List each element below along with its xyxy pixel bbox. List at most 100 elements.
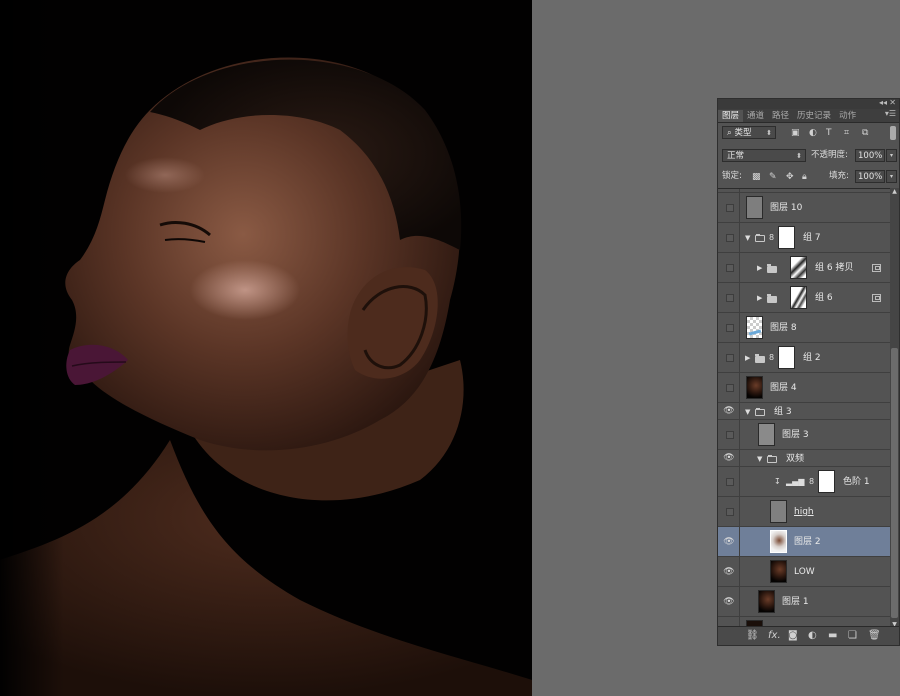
opacity-slider-button[interactable]: ▾ [886,149,897,162]
document-canvas[interactable] [0,0,532,696]
tab-channels[interactable]: 通道 [743,110,768,122]
fill-slider-button[interactable]: ▾ [886,170,897,183]
adjustment-icon[interactable]: ◐ [808,630,817,642]
visibility-toggle[interactable] [726,264,734,272]
eye-icon[interactable]: 👁︎ [723,596,735,608]
folder-icon[interactable]: ▬ [828,630,837,642]
blend-mode-dropdown[interactable]: 正常 ⬍ [722,149,806,162]
layer-name[interactable]: 组 7 [803,232,821,244]
layer-name[interactable]: 图层 8 [770,322,797,334]
collapse-icon[interactable]: ◂◂ [879,98,887,107]
eye-icon[interactable]: 👁︎ [723,452,735,464]
opacity-label: 不透明度: [811,150,848,160]
layer-list-scrollbar[interactable]: ▲ ▼ [890,188,899,628]
chevron-right-icon[interactable]: ▶ [757,263,762,273]
tab-actions[interactable]: 动作 [835,110,860,122]
layer-name[interactable]: 图层 3 [782,429,809,441]
visibility-toggle[interactable] [726,324,734,332]
link-icon[interactable]: 8 [769,353,774,363]
visibility-toggle[interactable] [726,431,734,439]
eye-icon[interactable]: 👁︎ [723,405,735,417]
filter-type-dropdown[interactable]: ⌕ 类型 ⬍ [722,126,776,139]
chevron-right-icon[interactable]: ▶ [757,293,762,303]
chevron-down-icon[interactable]: ▼ [745,407,750,417]
folder-icon [755,408,765,416]
lock-pixels-icon[interactable]: ✎ [769,171,777,183]
panel-title-bar[interactable]: ◂◂ ✕ [718,98,899,109]
opacity-input[interactable]: 100% [855,149,885,162]
layer-name[interactable]: 组 6 [815,292,833,304]
layer-row[interactable]: 图层 4 [718,373,890,403]
clipping-mask-icon: ↧ [774,477,781,486]
layer-row-selected[interactable]: 👁︎ 图层 2 [718,527,890,557]
panel-menu-icon[interactable]: ▾☰ [885,109,896,118]
visibility-toggle[interactable] [726,384,734,392]
scroll-up-icon[interactable]: ▲ [890,188,899,195]
visibility-toggle[interactable] [726,294,734,302]
eye-icon[interactable]: 👁︎ [723,536,735,548]
mask-icon[interactable]: ◙ [788,630,798,642]
link-icon[interactable]: ⛓︎ [746,630,759,642]
tab-paths[interactable]: 路径 [768,110,793,122]
fx-icon[interactable]: fx. [768,630,781,642]
link-icon[interactable]: 8 [769,233,774,243]
visibility-toggle[interactable] [726,354,734,362]
layer-row[interactable]: ↧ ▂▄▆ 8 色阶 1 [718,467,890,497]
layer-thumbnail [770,530,787,553]
mask-thumbnail[interactable] [790,286,807,309]
layer-name[interactable]: 图层 4 [770,382,797,394]
layer-row[interactable]: high [718,497,890,527]
layer-name[interactable]: 色阶 1 [843,476,870,488]
layer-name[interactable]: 图层 10 [770,202,802,214]
new-layer-icon[interactable]: ❏ [848,630,857,642]
chevron-right-icon[interactable]: ▶ [745,353,750,363]
smart-object-filter-icon[interactable]: ⧉ [862,127,868,139]
layer-name[interactable]: 图层 2 [794,536,821,548]
mask-thumbnail[interactable] [778,226,795,249]
layer-name[interactable]: LOW [794,566,815,578]
link-icon[interactable]: 8 [809,477,814,487]
layer-name[interactable]: high [794,506,814,518]
mask-thumbnail[interactable] [778,346,795,369]
trash-icon[interactable]: 🗑︎ [868,630,881,642]
layer-name[interactable]: 组 3 [774,406,792,418]
layer-name[interactable]: 组 6 拷贝 [815,262,853,274]
close-icon[interactable]: ✕ [889,98,896,107]
layer-row[interactable]: 图层 3 [718,420,890,450]
visibility-toggle[interactable] [726,508,734,516]
tab-history[interactable]: 历史记录 [793,110,835,122]
mask-thumbnail[interactable] [790,256,807,279]
layer-row[interactable]: 👁︎ ▼ 组 3 [718,403,890,420]
visibility-toggle[interactable] [726,234,734,242]
lock-all-icon[interactable]: 🔒︎ [802,171,807,183]
lock-transparent-icon[interactable]: ▩ [752,171,761,183]
layer-row[interactable]: 👁︎ ▼ 双频 [718,450,890,467]
layer-row[interactable]: ▶ 组 6 [718,283,890,313]
fill-input[interactable]: 100% [855,170,885,183]
scrollbar-thumb[interactable] [891,348,898,618]
shape-filter-icon[interactable]: ⌗ [844,127,849,139]
layer-name[interactable]: 组 2 [803,352,821,364]
filter-toggle[interactable] [890,126,896,140]
layer-row[interactable]: 图层 10 [718,193,890,223]
tab-layers[interactable]: 图层 [718,110,744,122]
chevron-down-icon[interactable]: ▼ [745,233,750,243]
layer-row[interactable]: ▼ 8 组 7 [718,223,890,253]
eye-icon[interactable]: 👁︎ [723,566,735,578]
layer-row[interactable]: ▶ 组 6 拷贝 [718,253,890,283]
visibility-toggle[interactable] [726,204,734,212]
pixel-filter-icon[interactable]: ▣ [791,127,800,139]
text-filter-icon[interactable]: T [826,127,832,139]
layer-name[interactable]: 图层 1 [782,596,809,608]
layer-name[interactable]: 双频 [786,453,804,465]
smart-filter-icon [872,264,881,272]
layer-row[interactable]: 👁︎ LOW [718,557,890,587]
lock-position-icon[interactable]: ✥ [786,171,794,183]
visibility-toggle[interactable] [726,478,734,486]
mask-thumbnail[interactable] [818,470,835,493]
adjustment-filter-icon[interactable]: ◐ [809,127,817,139]
chevron-down-icon[interactable]: ▼ [757,454,762,464]
layer-row[interactable]: 图层 8 [718,313,890,343]
layer-row[interactable]: ▶ 8 组 2 [718,343,890,373]
layer-row[interactable]: 👁︎ 图层 1 [718,587,890,617]
